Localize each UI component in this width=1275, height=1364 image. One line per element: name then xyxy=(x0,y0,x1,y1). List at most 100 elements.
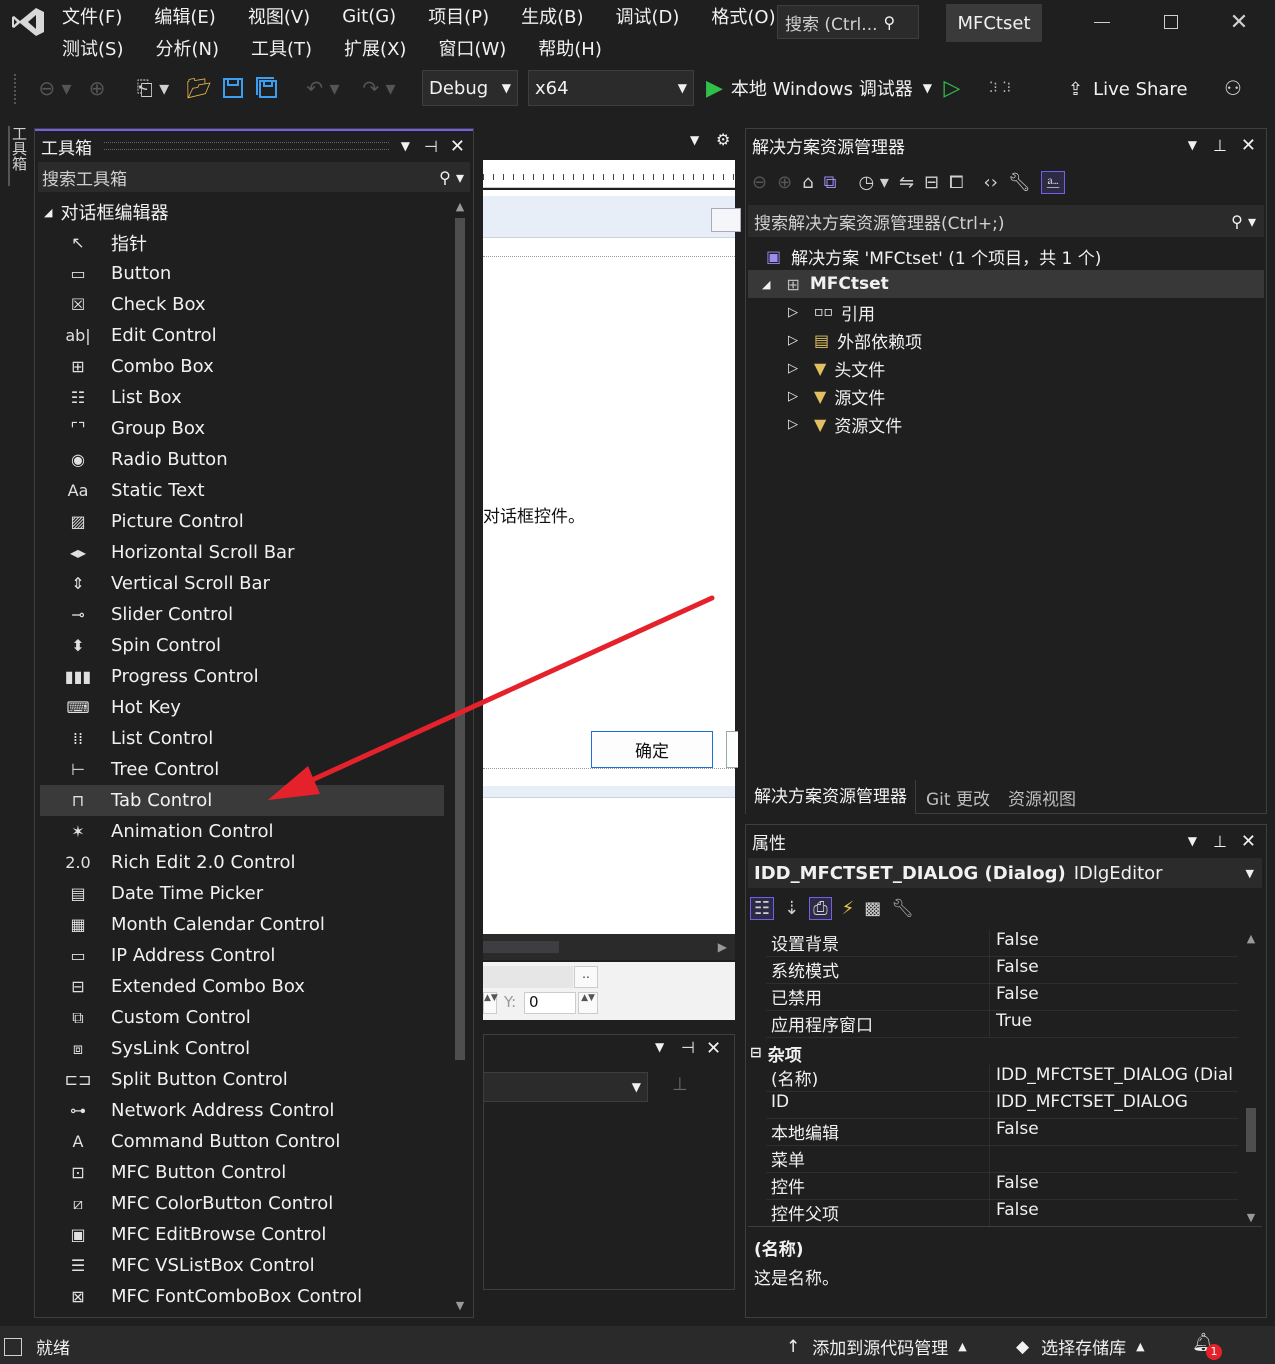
step-button[interactable]: ⁚⁝ ⁚⁝ xyxy=(970,70,1030,106)
close-icon[interactable]: ✕ xyxy=(1241,831,1256,852)
toolbox-search-input[interactable]: 搜索工具箱 ⚲ ▾ xyxy=(38,162,470,192)
navigate-back-button[interactable]: ⊖ ▾ xyxy=(30,70,80,106)
project-node[interactable]: ◢ ⊞ MFCtset xyxy=(748,270,1264,298)
forward-icon[interactable]: ⊕ xyxy=(777,172,792,193)
toolbox-item[interactable]: ▤ Date Time Picker xyxy=(40,878,444,909)
close-window-button[interactable]: ✕ xyxy=(1221,6,1257,38)
menu-tools[interactable]: 工具(T) xyxy=(235,35,328,61)
menu-extensions[interactable]: 扩展(X) xyxy=(328,35,422,61)
save-all-button[interactable] xyxy=(252,70,282,106)
home-icon[interactable]: ⌂ xyxy=(802,172,813,193)
property-pages-icon[interactable]: ⎙ xyxy=(809,896,832,920)
menu-analyze[interactable]: 分析(N) xyxy=(139,35,235,61)
lower-window-dropdown[interactable]: ▼ xyxy=(483,1072,648,1102)
tree-node-resources[interactable]: ▷ ▼ 资源文件 xyxy=(788,410,902,438)
tree-node-references[interactable]: ▷ ▫▫ 引用 xyxy=(788,298,875,326)
solution-search-input[interactable]: 搜索解决方案资源管理器(Ctrl+;) ⚲ ▾ xyxy=(748,205,1264,237)
menu-help[interactable]: 帮助(H) xyxy=(522,35,618,61)
toolbox-item[interactable]: ◂▸ Horizontal Scroll Bar xyxy=(40,537,444,568)
y-input[interactable]: 0 xyxy=(524,992,576,1014)
events-icon[interactable]: ⚡︎ xyxy=(842,898,855,919)
back-icon[interactable]: ⊖ xyxy=(752,172,767,193)
property-value[interactable]: IDD_MFCTSET_DIALOG (Dial xyxy=(990,1065,1233,1091)
toolbox-item[interactable]: ⧉ Custom Control xyxy=(40,1002,444,1033)
toolbox-item[interactable]: Aa Static Text xyxy=(40,475,444,506)
toolbox-item[interactable]: ⧈ SysLink Control xyxy=(40,1033,444,1064)
toolbox-side-tab[interactable]: 工具箱 xyxy=(8,126,30,186)
start-debugging-button[interactable]: ▶ 本地 Windows 调试器 ▼ xyxy=(706,70,934,106)
cancel-button-edge[interactable] xyxy=(726,731,738,768)
property-value[interactable]: False xyxy=(990,1119,1039,1145)
property-value[interactable]: False xyxy=(990,930,1039,956)
code-view-icon[interactable]: ‹› xyxy=(984,172,998,193)
tree-node-sources[interactable]: ▷ ▼ 源文件 xyxy=(788,382,885,410)
live-share-button[interactable]: ⇪ Live Share xyxy=(1068,72,1198,106)
save-button[interactable] xyxy=(218,70,248,106)
dialog-titlebar-button[interactable] xyxy=(711,208,741,232)
y-spinner[interactable]: ▲▼ xyxy=(578,992,598,1014)
scroll-right-arrow[interactable]: ▶ xyxy=(718,940,727,954)
property-value[interactable]: False xyxy=(990,984,1039,1010)
property-value[interactable]: False xyxy=(990,1200,1039,1226)
chevron-down-icon[interactable]: ▼ xyxy=(401,139,410,153)
property-value[interactable]: False xyxy=(990,1173,1039,1199)
toolbox-item[interactable]: ▦ Month Calendar Control xyxy=(40,909,444,940)
menu-git[interactable]: Git(G) xyxy=(326,6,412,27)
toolbox-item[interactable]: ⊞ Combo Box xyxy=(40,351,444,382)
toolbox-item[interactable]: ⊠ MFC FontComboBox Control xyxy=(40,1281,444,1312)
menu-window[interactable]: 窗口(W) xyxy=(422,35,522,61)
toolbox-item[interactable]: ⧄ MFC ColorButton Control xyxy=(40,1188,444,1219)
add-to-source-control-button[interactable]: ↑ 添加到源代码管理 ▲ xyxy=(786,1334,967,1360)
lower-window-tool-icon[interactable]: ⊥ xyxy=(672,1074,688,1095)
toolbox-item[interactable]: ☷ List Box xyxy=(40,382,444,413)
toolbox-item[interactable]: ⊟ Extended Combo Box xyxy=(40,971,444,1002)
x-spinner[interactable]: ▲▼ xyxy=(483,992,498,1014)
switch-views-icon[interactable]: ⧉ xyxy=(824,172,837,193)
tree-node-headers[interactable]: ▷ ▼ 头文件 xyxy=(788,354,885,382)
coordinate-field-1[interactable] xyxy=(483,966,573,988)
maximize-button[interactable] xyxy=(1153,6,1189,38)
scrollbar-thumb[interactable] xyxy=(1246,1108,1256,1152)
property-value[interactable] xyxy=(990,1146,996,1172)
scrollbar-thumb[interactable] xyxy=(483,941,559,953)
property-row[interactable]: ID IDD_MFCTSET_DIALOG xyxy=(766,1092,1238,1119)
overrides-wrench-icon[interactable]: 🔧︎ xyxy=(891,898,914,919)
configuration-dropdown[interactable]: Debug ▼ xyxy=(422,70,518,106)
navigate-forward-button[interactable]: ⊕ xyxy=(84,70,110,106)
properties-scrollbar[interactable]: ▲ ▼ xyxy=(1242,932,1260,1224)
menu-project[interactable]: 项目(P) xyxy=(412,3,505,29)
sync-icon[interactable]: ⇋ xyxy=(899,172,914,193)
toolbox-item[interactable]: 2.0 Rich Edit 2.0 Control xyxy=(40,847,444,878)
redo-button[interactable]: ↷ ▾ xyxy=(356,70,402,106)
property-value[interactable]: IDD_MFCTSET_DIALOG xyxy=(990,1092,1188,1118)
property-row[interactable]: 控件 False xyxy=(766,1173,1238,1200)
property-value[interactable]: False xyxy=(990,957,1039,983)
messages-icon[interactable]: ▩ xyxy=(864,898,881,919)
alphabetical-icon[interactable]: ⇣ xyxy=(784,898,799,919)
editor-settings-gear-icon[interactable]: ⚙ xyxy=(716,130,730,149)
categorized-icon[interactable]: ☷ xyxy=(750,896,775,920)
notifications-button[interactable]: 🔔︎ 1 xyxy=(1192,1332,1222,1360)
menu-edit[interactable]: 编辑(E) xyxy=(138,3,231,29)
chevron-down-icon[interactable]: ▼ xyxy=(1188,138,1197,152)
editor-hscrollbar[interactable]: ▶ xyxy=(483,934,735,960)
toolbox-item[interactable]: ▨ Picture Control xyxy=(40,506,444,537)
property-row[interactable]: 控件父项 False xyxy=(766,1200,1238,1227)
toolbox-item[interactable]: ▭ IP Address Control xyxy=(40,940,444,971)
property-value[interactable]: True xyxy=(990,1011,1032,1037)
toolbox-item[interactable]: A Command Button Control xyxy=(40,1126,444,1157)
tree-node-external-deps[interactable]: ▷ ▤ 外部依赖项 xyxy=(788,326,922,354)
scroll-up-arrow[interactable]: ▲ xyxy=(451,200,469,218)
scroll-down-arrow[interactable]: ▼ xyxy=(451,1299,469,1312)
close-icon[interactable]: ✕ xyxy=(450,136,465,157)
toolbox-item[interactable]: ☒ Check Box xyxy=(40,289,444,320)
property-row[interactable]: 系统模式 False xyxy=(766,957,1238,984)
property-row[interactable]: (名称) IDD_MFCTSET_DIALOG (Dial xyxy=(766,1065,1238,1092)
property-row[interactable]: 本地编辑 False xyxy=(766,1119,1238,1146)
global-search-box[interactable]: 搜索 (Ctrl... ⚲ xyxy=(777,5,919,39)
lower-window-chevron[interactable]: ▼ xyxy=(655,1040,664,1054)
property-row[interactable]: 已禁用 False xyxy=(766,984,1238,1011)
undo-button[interactable]: ↶ ▾ xyxy=(300,70,346,106)
show-all-files-icon[interactable]: ⧠ xyxy=(949,172,963,193)
pin-icon[interactable]: ⊥ xyxy=(1213,832,1227,851)
